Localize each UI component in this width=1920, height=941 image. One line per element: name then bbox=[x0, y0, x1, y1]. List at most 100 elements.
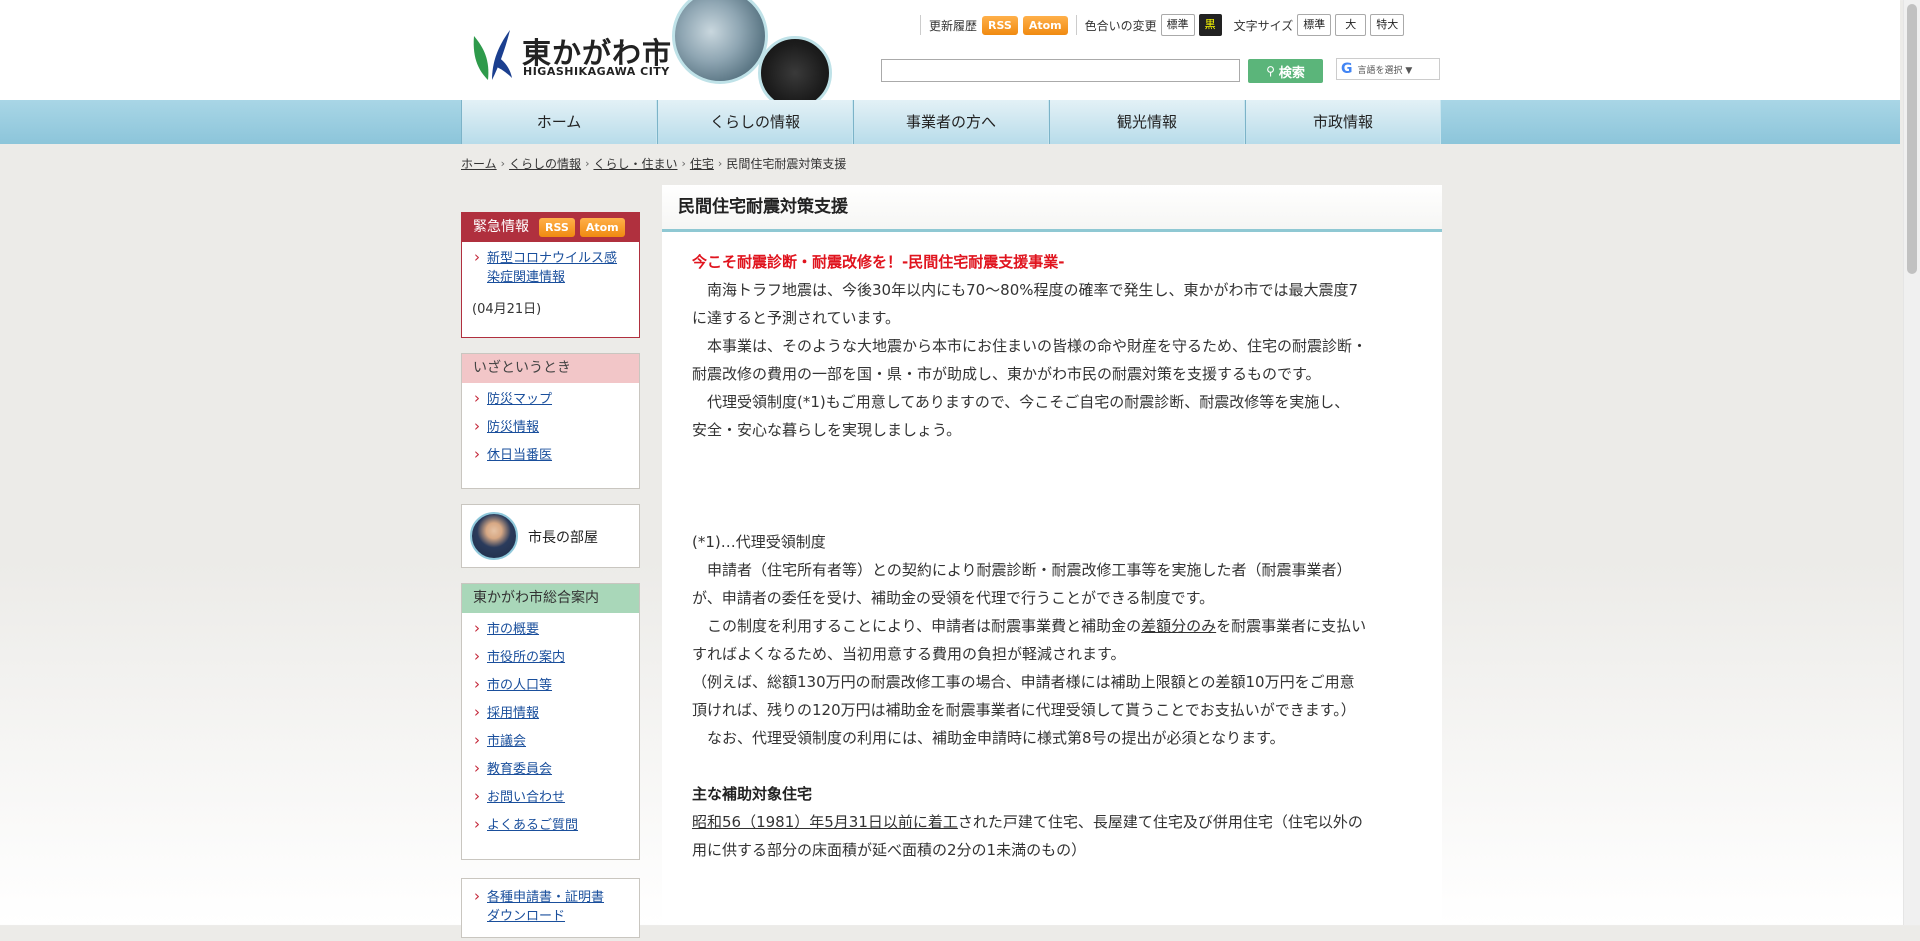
disaster-map-link[interactable]: 防災マップ bbox=[487, 392, 552, 407]
scrollbar-thumb[interactable] bbox=[1907, 4, 1917, 274]
search-button-label: 検索 bbox=[1278, 65, 1305, 81]
page-scrollbar[interactable] bbox=[1903, 0, 1920, 925]
global-nav: ホーム くらしの情報 事業者の方へ 観光情報 市政情報 bbox=[0, 100, 1900, 144]
language-select-label: 言語を選択 ▼ bbox=[1357, 65, 1413, 76]
disaster-title: いざというとき bbox=[462, 354, 639, 383]
forms-download-link[interactable]: 各種申請書・証明書 ダウンロード bbox=[487, 890, 604, 924]
faq-link[interactable]: よくあるご質問 bbox=[487, 818, 578, 833]
paragraph: 昭和56（1981）年5月31日以前に着工された戸建て住宅、長屋建て住宅及び併用… bbox=[692, 813, 1363, 859]
recruitment-link[interactable]: 採用情報 bbox=[487, 706, 539, 721]
utility-bar: 更新履歴 RSS Atom 色合いの変更 標準 黒 文字サイズ 標準 大 特大 bbox=[920, 14, 1405, 36]
paragraph: 本事業は、そのような大地震から本市にお住まいの皆様の命や財産を守るため、住宅の耐… bbox=[692, 337, 1368, 383]
paragraph: 南海トラフ地震は、今後30年以内にも70～80%程度の確率で発生し、東かがわ市で… bbox=[692, 281, 1359, 327]
city-logo-icon[interactable] bbox=[466, 26, 518, 82]
breadcrumb-separator: › bbox=[681, 157, 686, 170]
city-guide-box: 東かがわ市総合案内 市の概要 市役所の案内 市の人口等 採用情報 市議会 教育委… bbox=[461, 583, 640, 860]
emergency-link[interactable]: 新型コロナウイルス感 染症関連情報 bbox=[487, 251, 617, 285]
city-hall-guide-link[interactable]: 市役所の案内 bbox=[487, 650, 565, 665]
gloves-photo bbox=[758, 36, 832, 110]
city-guide-title: 東かがわ市総合案内 bbox=[462, 584, 639, 613]
breadcrumb-residence[interactable]: 住宅 bbox=[690, 155, 714, 172]
nav-city-admin[interactable]: 市政情報 bbox=[1245, 100, 1441, 144]
city-overview-link[interactable]: 市の概要 bbox=[487, 622, 539, 637]
site-header: 東かがわ市 HIGASHIKAGAWA CITY 更新履歴 RSS Atom 色… bbox=[0, 0, 1900, 110]
rss-button[interactable]: RSS bbox=[982, 15, 1018, 35]
font-large-button[interactable]: 大 bbox=[1335, 14, 1367, 36]
color-change-label: 色合いの変更 bbox=[1084, 18, 1157, 33]
atom-button[interactable]: Atom bbox=[1022, 15, 1068, 35]
contact-link[interactable]: お問い合わせ bbox=[487, 790, 565, 805]
nav-living[interactable]: くらしの情報 bbox=[657, 100, 853, 144]
mayor-avatar bbox=[470, 512, 518, 560]
search-input[interactable] bbox=[881, 59, 1240, 82]
paragraph: この制度を利用することにより、申請者は耐震事業費と補助金の差額分のみを耐震事業者… bbox=[692, 617, 1367, 663]
nav-home[interactable]: ホーム bbox=[461, 100, 657, 144]
breadcrumb-separator: › bbox=[717, 157, 723, 170]
list-item[interactable]: 教育委員会 bbox=[472, 759, 631, 779]
list-item[interactable]: 市役所の案内 bbox=[472, 647, 631, 667]
paragraph: 代理受領制度(*1)もご用意してありますので、今こそご自宅の耐震診断、耐震改修等… bbox=[692, 393, 1350, 439]
font-xlarge-button[interactable]: 特大 bbox=[1370, 14, 1405, 36]
article-body: 今こそ耐震診断・耐震改修を！-民間住宅耐震支援事業- 南海トラフ地震は、今後30… bbox=[662, 232, 1442, 864]
red-heading: 今こそ耐震診断・耐震改修を！-民間住宅耐震支援事業- bbox=[692, 253, 1065, 271]
font-standard-button[interactable]: 標準 bbox=[1297, 14, 1332, 36]
search-button[interactable]: ⚲ 検索 bbox=[1248, 59, 1323, 83]
breadcrumb-living[interactable]: くらしの情報 bbox=[509, 155, 581, 172]
list-item[interactable]: 市の人口等 bbox=[472, 675, 631, 695]
mayor-room-label: 市長の部屋 bbox=[528, 530, 598, 546]
emergency-item[interactable]: 新型コロナウイルス感染症関連情報 bbox=[472, 248, 631, 287]
holiday-doctor-link[interactable]: 休日当番医 bbox=[487, 448, 552, 463]
mayor-room-banner[interactable]: 市長の部屋 bbox=[461, 504, 640, 568]
font-size-label: 文字サイズ bbox=[1233, 18, 1294, 33]
page-title: 民間住宅耐震対策支援 bbox=[662, 185, 1442, 232]
list-item[interactable]: 市の概要 bbox=[472, 619, 631, 639]
disaster-info-link[interactable]: 防災情報 bbox=[487, 420, 539, 435]
fish-photo bbox=[672, 0, 768, 84]
list-item[interactable]: よくあるご質問 bbox=[472, 815, 631, 835]
paragraph: （例えば、総額130万円の耐震改修工事の場合、申請者様には補助上限額との差額10… bbox=[692, 673, 1356, 719]
breadcrumb-separator: › bbox=[585, 157, 590, 170]
breadcrumb-home[interactable]: ホーム bbox=[461, 155, 497, 172]
nav-tourism[interactable]: 観光情報 bbox=[1049, 100, 1245, 144]
emergency-rss-button[interactable]: RSS bbox=[539, 218, 575, 237]
nav-business[interactable]: 事業者の方へ bbox=[853, 100, 1049, 144]
logo-subtext[interactable]: HIGASHIKAGAWA CITY bbox=[523, 65, 670, 78]
education-board-link[interactable]: 教育委員会 bbox=[487, 762, 552, 777]
language-select[interactable]: G 言語を選択 ▼ bbox=[1336, 58, 1440, 80]
divider bbox=[1075, 15, 1077, 35]
list-item[interactable]: 各種申請書・証明書ダウンロード bbox=[472, 887, 631, 926]
paragraph: なお、代理受領制度の利用には、補助金申請時に様式第8号の提出が必須となります。 bbox=[692, 729, 1285, 747]
divider bbox=[920, 15, 921, 35]
search-icon: ⚲ bbox=[1266, 64, 1275, 78]
update-history-label: 更新履歴 bbox=[929, 18, 978, 33]
target-heading: 主な補助対象住宅 bbox=[692, 785, 813, 803]
list-item[interactable]: 休日当番医 bbox=[472, 445, 631, 465]
emergency-info-box: 緊急情報 RSS Atom 新型コロナウイルス感染症関連情報 (04月21日) bbox=[461, 212, 640, 338]
list-item[interactable]: 市議会 bbox=[472, 731, 631, 751]
main-content: 民間住宅耐震対策支援 今こそ耐震診断・耐震改修を！-民間住宅耐震支援事業- 南海… bbox=[662, 185, 1442, 925]
forms-download-box: 各種申請書・証明書ダウンロード bbox=[461, 878, 640, 938]
note-heading: (*1)…代理受領制度 bbox=[692, 533, 826, 551]
emergency-header: 緊急情報 RSS Atom bbox=[462, 213, 639, 242]
city-council-link[interactable]: 市議会 bbox=[487, 734, 526, 749]
emergency-atom-button[interactable]: Atom bbox=[579, 218, 625, 237]
target-date-text: 昭和56（1981）年5月31日以前に着工 bbox=[692, 813, 958, 831]
population-link[interactable]: 市の人口等 bbox=[487, 678, 552, 693]
paragraph: 申請者（住宅所有者等）との契約により耐震診断・耐震改修工事等を実施した者（耐震事… bbox=[692, 561, 1352, 607]
disaster-box: いざというとき 防災マップ 防災情報 休日当番医 bbox=[461, 353, 640, 489]
google-icon: G bbox=[1341, 61, 1353, 77]
breadcrumb-current: 民間住宅耐震対策支援 bbox=[726, 157, 847, 171]
list-item[interactable]: お問い合わせ bbox=[472, 787, 631, 807]
list-item[interactable]: 採用情報 bbox=[472, 703, 631, 723]
breadcrumb-separator: › bbox=[500, 157, 506, 170]
emergency-date: (04月21日) bbox=[472, 302, 542, 317]
breadcrumb-housing[interactable]: くらし・住まい bbox=[593, 155, 677, 172]
list-item[interactable]: 防災マップ bbox=[472, 389, 631, 409]
difference-only-text: 差額分のみ bbox=[1141, 617, 1217, 635]
breadcrumb: ホーム › くらしの情報 › くらし・住まい › 住宅 › 民間住宅耐震対策支援 bbox=[461, 155, 846, 172]
color-black-button[interactable]: 黒 bbox=[1198, 14, 1222, 36]
list-item[interactable]: 防災情報 bbox=[472, 417, 631, 437]
color-standard-button[interactable]: 標準 bbox=[1160, 14, 1195, 36]
